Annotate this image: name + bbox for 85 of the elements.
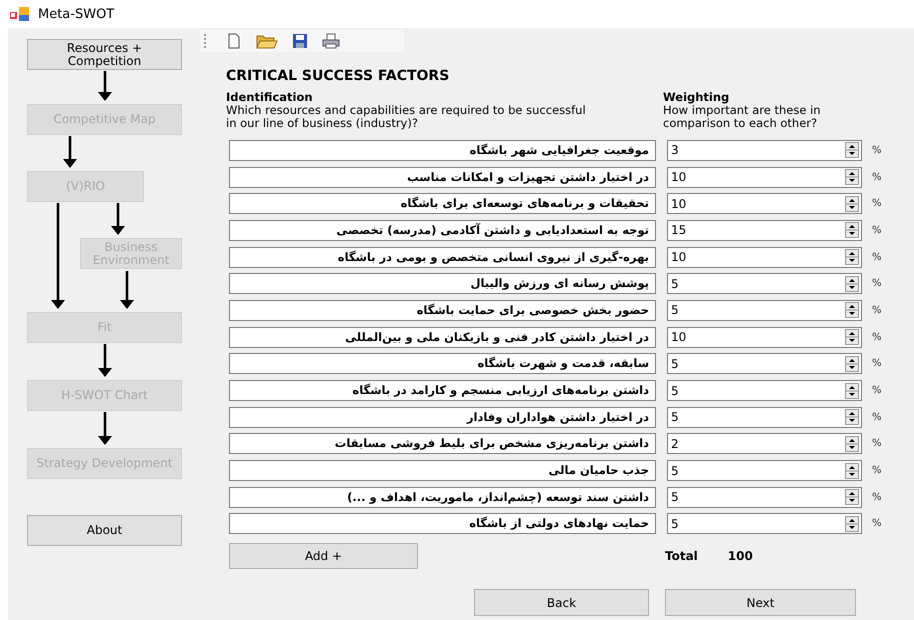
percent-label: % bbox=[872, 198, 882, 210]
toolbar-grip[interactable] bbox=[204, 34, 208, 48]
factor-field[interactable]: سابقه، قدمت و شهرت باشگاه bbox=[229, 353, 656, 374]
factor-field[interactable]: داشتن برنامه‌های ارزیابی منسجم و کارامد در باشگاه bbox=[229, 380, 656, 402]
section-heading: CRITICAL SUCCESS FACTORS bbox=[226, 68, 450, 84]
factor-field[interactable]: در اختیار داشتن هواداران وفادار bbox=[229, 406, 656, 428]
factor-field[interactable]: داشتن سند توسعه (چشم‌انداز، ماموریت، اهداف و ...) bbox=[229, 486, 656, 508]
spin-arrows-icon[interactable] bbox=[845, 276, 859, 292]
factor-field[interactable]: داشتن برنامه‌ریزی مشخص برای بلیط فروشی مسابقات bbox=[229, 433, 656, 454]
percent-label: % bbox=[872, 358, 882, 370]
down-arrow bbox=[111, 203, 125, 235]
total-label: Total bbox=[665, 549, 698, 564]
weight-spinbox[interactable]: 5 bbox=[667, 486, 862, 508]
percent-label: % bbox=[872, 518, 882, 530]
down-arrow bbox=[98, 344, 112, 377]
down-arrow bbox=[98, 71, 112, 101]
percent-label: % bbox=[872, 172, 882, 183]
total-value: 100 bbox=[728, 549, 753, 564]
weight-spinbox[interactable]: 5 bbox=[667, 513, 862, 534]
spin-arrows-icon[interactable] bbox=[845, 382, 859, 399]
save-icon[interactable] bbox=[292, 33, 308, 49]
percent-label: % bbox=[872, 438, 882, 450]
window-title: Meta-SWOT bbox=[38, 6, 114, 22]
spin-arrows-icon[interactable] bbox=[845, 489, 859, 506]
spin-arrows-icon[interactable] bbox=[845, 329, 859, 346]
percent-label: % bbox=[872, 304, 882, 316]
percent-label: % bbox=[872, 412, 882, 423]
weight-spinbox[interactable]: 5 bbox=[667, 406, 862, 428]
column-hint: Which resources and capabilities are required to be successful in our line of business (industry)? bbox=[226, 104, 587, 130]
factor-field[interactable]: موقعیت جغرافیایی شهر باشگاه bbox=[229, 140, 656, 161]
column-hint: How important are these in comparison to each other? bbox=[663, 104, 822, 130]
spin-arrows-icon[interactable] bbox=[845, 302, 859, 318]
factor-field[interactable]: در اختیار داشتن کادر فنی و بازیکنان ملی و بین‌المللی bbox=[229, 326, 656, 348]
factor-field[interactable]: حضور بخش خصوصی برای حمایت باشگاه bbox=[229, 300, 656, 321]
down-arrow bbox=[63, 136, 77, 168]
add-button[interactable]: Add + bbox=[229, 543, 418, 570]
factor-field[interactable]: توجه به استعدادیابی و داشتن آکادمی (مدرسه) تخصصی bbox=[229, 220, 656, 241]
weight-spinbox[interactable]: 5 bbox=[667, 460, 862, 482]
new-file-icon[interactable] bbox=[226, 33, 242, 49]
spin-arrows-icon[interactable] bbox=[845, 169, 859, 186]
weight-spinbox[interactable]: 5 bbox=[667, 273, 862, 294]
factor-field[interactable]: حمایت نهادهای دولتی از باشگاه bbox=[229, 513, 656, 534]
weight-spinbox[interactable]: 5 bbox=[667, 353, 862, 374]
weight-spinbox[interactable]: 15 bbox=[667, 220, 862, 241]
weight-spinbox[interactable]: 10 bbox=[667, 246, 862, 268]
column-title: Identification bbox=[226, 91, 314, 104]
weight-spinbox[interactable]: 5 bbox=[667, 380, 862, 402]
spin-arrows-icon[interactable] bbox=[845, 356, 859, 372]
down-arrow bbox=[98, 412, 112, 445]
factor-field[interactable]: جذب حامیان مالی bbox=[229, 460, 656, 482]
percent-label: % bbox=[872, 252, 882, 263]
weight-spinbox[interactable]: 10 bbox=[667, 166, 862, 188]
percent-label: % bbox=[872, 278, 882, 290]
down-arrow bbox=[120, 271, 134, 309]
weight-spinbox[interactable]: 10 bbox=[667, 193, 862, 214]
step-button[interactable]: About bbox=[27, 515, 182, 546]
step-button[interactable]: Resources + Competition bbox=[27, 39, 182, 70]
factor-field[interactable]: بهره-گیری از نیروی انسانی متخصص و بومی در باشگاه bbox=[229, 246, 656, 268]
percent-label: % bbox=[872, 465, 882, 476]
percent-label: % bbox=[872, 385, 882, 396]
app-icon bbox=[10, 7, 30, 21]
weight-spinbox[interactable]: 2 bbox=[667, 433, 862, 454]
spin-arrows-icon[interactable] bbox=[845, 409, 859, 426]
column-title: Weighting bbox=[663, 91, 730, 104]
next-button[interactable]: Next bbox=[665, 589, 856, 616]
weight-spinbox[interactable]: 3 bbox=[667, 140, 862, 161]
factor-field[interactable]: در اختیار داشتن تجهیزات و امکانات مناسب bbox=[229, 166, 656, 188]
spin-arrows-icon[interactable] bbox=[845, 516, 859, 532]
weight-spinbox[interactable]: 10 bbox=[667, 326, 862, 348]
back-button[interactable]: Back bbox=[474, 589, 649, 616]
percent-label: % bbox=[872, 332, 882, 343]
spin-arrows-icon[interactable] bbox=[845, 436, 859, 452]
percent-label: % bbox=[872, 224, 882, 236]
weight-spinbox[interactable]: 5 bbox=[667, 300, 862, 321]
percent-label: % bbox=[872, 492, 882, 503]
printer-icon[interactable] bbox=[322, 33, 340, 49]
folder-icon[interactable] bbox=[256, 33, 278, 49]
spin-arrows-icon[interactable] bbox=[845, 222, 859, 238]
factor-field[interactable]: پوشش رسانه ای ورزش والیبال bbox=[229, 273, 656, 294]
factor-field[interactable]: تحقیقات و برنامه‌های توسعه‌ای برای باشگاه bbox=[229, 193, 656, 214]
spin-arrows-icon[interactable] bbox=[845, 249, 859, 266]
spin-arrows-icon[interactable] bbox=[845, 142, 859, 158]
spin-arrows-icon[interactable] bbox=[845, 196, 859, 212]
percent-label: % bbox=[872, 144, 882, 156]
spin-arrows-icon[interactable] bbox=[845, 462, 859, 479]
